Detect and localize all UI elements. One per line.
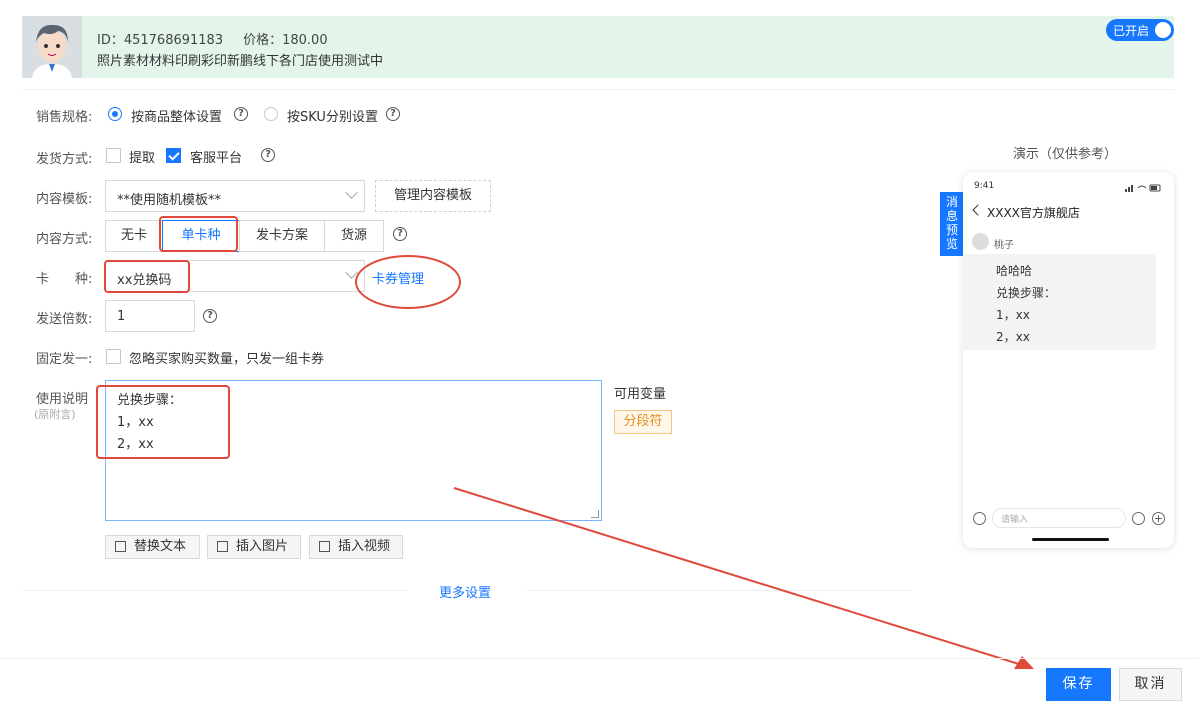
variable-tag-segment[interactable]: 分段符 <box>614 410 672 434</box>
bubble-line: 哈哈哈 <box>996 264 1033 278</box>
insert-image-button[interactable]: 插入图片 <box>207 535 301 559</box>
enabled-toggle[interactable]: 已开启 <box>1106 19 1174 41</box>
product-price: 价格：180.00 <box>243 33 328 48</box>
insert-image-label: 插入图片 <box>236 539 289 554</box>
phone-time: 9:41 <box>974 181 995 191</box>
ship-option-platform: 客服平台 <box>190 151 243 166</box>
variables-label: 可用变量 <box>614 387 667 402</box>
product-name: 照片素材材料印刷彩印新鹏线下各门店使用测试中 <box>97 54 384 69</box>
manage-template-button[interactable]: 管理内容模板 <box>375 180 491 212</box>
template-select-value: **使用随机模板** <box>117 193 222 208</box>
home-indicator <box>1032 538 1109 541</box>
bubble-line: 兑换步骤： <box>996 286 1057 300</box>
spec-radio-sku[interactable] <box>264 107 278 121</box>
help-icon[interactable]: ? <box>203 309 217 323</box>
bubble-line: 1，xx <box>996 308 1030 322</box>
plus-icon[interactable]: + <box>1152 512 1165 525</box>
save-button[interactable]: 保存 <box>1046 668 1111 701</box>
spec-option-sku: 按SKU分别设置 <box>287 110 378 125</box>
phone-preview: 9:41 XXXX官方旗舰店 桃子 哈哈哈 兑换步骤： 1，xx 2，xx 请输… <box>962 172 1174 548</box>
divider <box>22 89 1174 90</box>
replace-text-button[interactable]: 替换文本 <box>105 535 200 559</box>
toggle-knob <box>1155 22 1171 38</box>
resize-handle[interactable] <box>591 510 599 518</box>
fixed-text: 忽略买家购买数量，只发一组卡券 <box>129 352 325 367</box>
status-icons <box>1125 182 1161 197</box>
preview-input-placeholder: 请输入 <box>1001 515 1029 525</box>
template-select[interactable]: **使用随机模板** <box>105 180 365 212</box>
ship-checkbox-platform[interactable] <box>166 148 181 163</box>
card-manage-link[interactable]: 卡券管理 <box>372 268 424 287</box>
help-icon[interactable]: ? <box>393 227 407 241</box>
usage-sublabel: (原附言) <box>34 408 76 421</box>
template-label: 内容模板: <box>36 192 93 207</box>
bubble-line: 2，xx <box>996 330 1030 344</box>
spec-radio-whole[interactable] <box>108 107 122 121</box>
preview-title: 演示（仅供参考） <box>1013 147 1118 162</box>
video-icon <box>319 541 330 552</box>
more-settings-link[interactable]: 更多设置 <box>439 582 491 601</box>
spec-label: 销售规格: <box>36 110 93 125</box>
multiplier-value: 1 <box>117 309 126 324</box>
message-bubble-wrap: 哈哈哈 兑换步骤： 1，xx 2，xx <box>962 254 1174 350</box>
product-avatar <box>22 16 82 78</box>
emoji-icon[interactable] <box>1132 512 1145 525</box>
card-type-label: 卡 种: <box>36 272 93 287</box>
ship-label: 发货方式: <box>36 152 93 167</box>
content-mode-source[interactable]: 货源 <box>324 220 384 252</box>
preview-tab-char: 览 <box>945 237 958 251</box>
preview-tab-char: 消 <box>945 195 958 209</box>
usage-textarea[interactable]: 兑换步骤： 1，xx 2，xx <box>105 380 602 521</box>
cancel-button[interactable]: 取消 <box>1119 668 1182 701</box>
preview-tab-char: 预 <box>945 223 958 237</box>
product-header: ID：451768691183 价格：180.00 照片素材材料印刷彩印新鹏线下各… <box>22 16 1174 78</box>
message-bubble: 哈哈哈 兑换步骤： 1，xx 2，xx <box>962 254 1156 350</box>
multiplier-label: 发送倍数: <box>36 312 93 327</box>
product-id: ID：451768691183 <box>97 33 224 48</box>
content-mode-label: 内容方式: <box>36 232 93 247</box>
spec-option-whole: 按商品整体设置 <box>131 110 223 125</box>
divider <box>0 658 1198 659</box>
fixed-label: 固定发一: <box>36 352 93 367</box>
content-mode-plan[interactable]: 发卡方案 <box>239 220 325 252</box>
chevron-down-icon <box>345 266 358 279</box>
multiplier-input[interactable]: 1 <box>105 300 195 332</box>
content-mode-single[interactable]: 单卡种 <box>162 220 240 252</box>
help-icon[interactable]: ? <box>386 107 400 121</box>
preview-tab-char: 息 <box>945 209 958 223</box>
fixed-checkbox[interactable] <box>106 349 121 364</box>
usage-line: 兑换步骤： <box>117 393 183 408</box>
divider <box>527 590 912 591</box>
replace-text-label: 替换文本 <box>134 539 187 554</box>
content-mode-none[interactable]: 无卡 <box>105 220 163 252</box>
help-icon[interactable]: ? <box>234 107 248 121</box>
voice-icon[interactable] <box>973 512 986 525</box>
ship-checkbox-extract[interactable] <box>106 148 121 163</box>
toggle-label: 已开启 <box>1113 24 1150 38</box>
shop-name: XXXX官方旗舰店 <box>987 206 1080 220</box>
preview-side-tab[interactable]: 消 息 预 览 <box>940 192 964 256</box>
card-type-select[interactable]: xx兑换码 <box>105 260 365 292</box>
product-id-price: ID：451768691183 价格：180.00 <box>97 29 328 48</box>
insert-video-label: 插入视频 <box>338 539 391 554</box>
back-icon[interactable] <box>972 204 984 216</box>
card-type-value: xx兑换码 <box>117 273 172 288</box>
divider <box>22 590 408 591</box>
replace-icon <box>115 541 126 552</box>
image-icon <box>217 541 228 552</box>
usage-label: 使用说明 <box>36 392 89 407</box>
user-name: 桃子 <box>994 240 1014 251</box>
help-icon[interactable]: ? <box>261 148 275 162</box>
user-avatar <box>972 233 989 250</box>
ship-option-extract: 提取 <box>129 151 156 166</box>
usage-line: 2，xx <box>117 437 154 452</box>
chevron-down-icon <box>345 186 358 199</box>
insert-video-button[interactable]: 插入视频 <box>309 535 403 559</box>
preview-input[interactable]: 请输入 <box>992 508 1126 528</box>
usage-line: 1，xx <box>117 415 154 430</box>
